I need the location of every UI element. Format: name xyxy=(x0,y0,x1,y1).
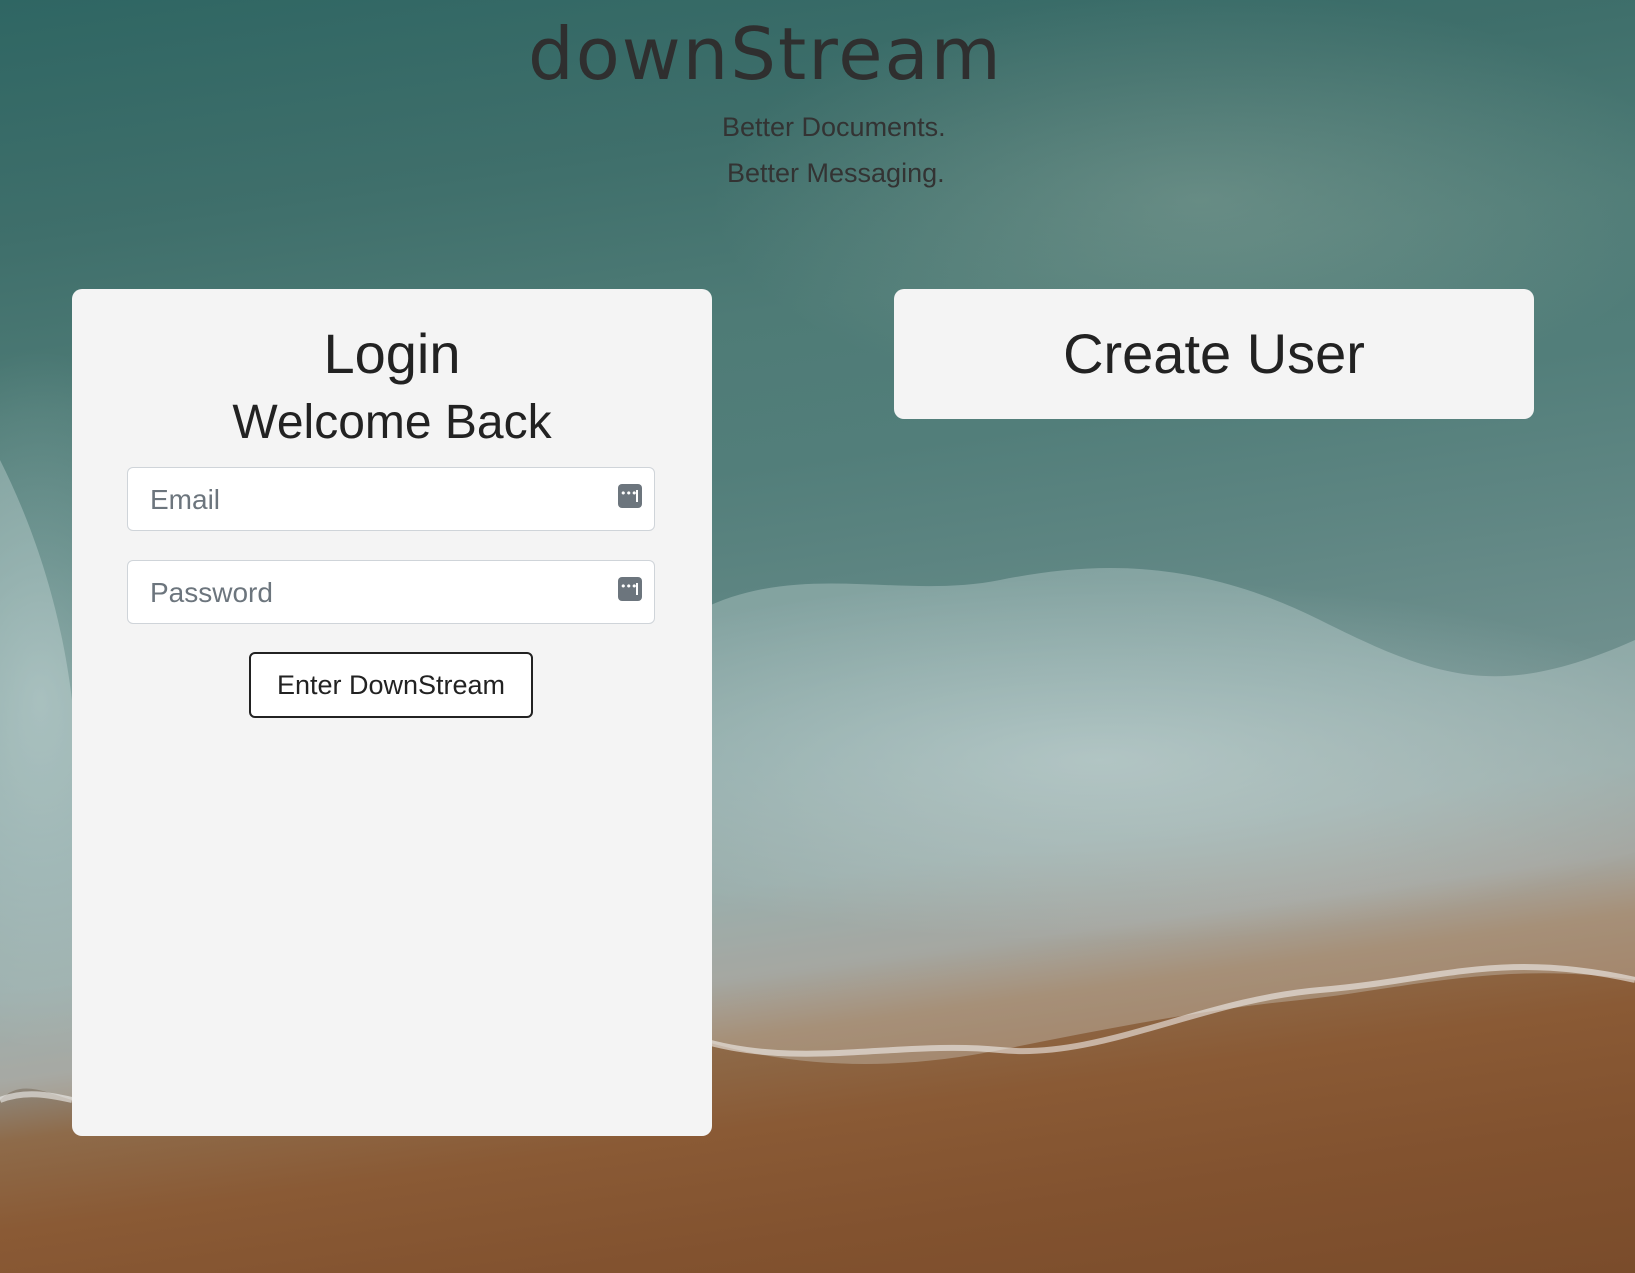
header: downStream Better Documents. Better Mess… xyxy=(0,0,1635,230)
login-panel: Login Welcome Back Enter DownStream xyxy=(72,289,712,1136)
email-field[interactable] xyxy=(127,467,655,532)
password-input[interactable] xyxy=(148,561,592,625)
tagline-messaging: Better Messaging. xyxy=(727,158,945,188)
email-input[interactable] xyxy=(148,468,592,532)
app-title: downStream xyxy=(528,12,1003,96)
password-manager-icon[interactable] xyxy=(618,484,642,508)
enter-downstream-button[interactable]: Enter DownStream xyxy=(249,652,533,718)
create-user-heading[interactable]: Create User xyxy=(894,321,1534,386)
welcome-back-heading: Welcome Back xyxy=(232,396,552,449)
password-manager-icon[interactable] xyxy=(618,577,642,601)
create-user-panel[interactable]: Create User xyxy=(894,289,1534,419)
password-field[interactable] xyxy=(127,560,655,625)
login-heading: Login xyxy=(323,322,461,385)
tagline-documents: Better Documents. xyxy=(722,112,946,142)
